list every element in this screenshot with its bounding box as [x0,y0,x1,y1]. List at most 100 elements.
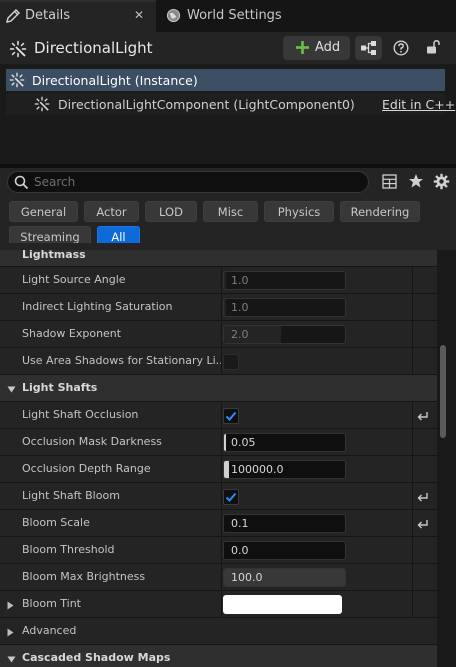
light-shaft-occlusion-checkbox[interactable] [223,408,239,424]
bloom-max-brightness-field[interactable]: 100.0 [223,568,346,587]
use-area-shadows-checkbox[interactable] [223,354,239,370]
prop-label: Bloom Max Brightness [22,570,146,583]
filter-lod[interactable]: LOD [145,201,197,222]
tab-details-label: Details [25,8,71,23]
field-value: 1.0 [231,301,249,314]
chevron-right-icon [7,628,14,637]
prop-bloom-threshold: Bloom Threshold 0.0 [0,537,437,564]
prop-occlusion-mask-darkness: Occlusion Mask Darkness 0.05 [0,429,437,456]
instance-label: DirectionalLight (Instance) [32,73,198,88]
filter-physics[interactable]: Physics [264,201,334,222]
hierarchy-icon [360,40,377,56]
prop-label: Light Shaft Occlusion [22,408,139,421]
column-divider [412,402,413,429]
prop-bloom-max-brightness: Bloom Max Brightness 100.0 [0,564,437,591]
column-divider [412,456,413,483]
indirect-saturation-field[interactable]: 1.0 [223,298,346,317]
filter-actor[interactable]: Actor [84,201,139,222]
prop-advanced[interactable]: Advanced [0,618,437,645]
checkmark-icon [225,411,237,421]
lock-icon[interactable] [425,39,441,55]
plus-icon [295,40,310,55]
prop-label: Occlusion Mask Darkness [22,435,162,448]
field-value: 0.05 [231,436,256,449]
reset-to-default-icon[interactable] [416,518,429,530]
category-cascaded-shadow-maps[interactable]: Cascaded Shadow Maps [0,645,437,667]
globe-icon [166,8,181,23]
column-divider [221,483,222,510]
shadow-exponent-field[interactable]: 2.0 [223,325,346,344]
filter-rendering[interactable]: Rendering [340,201,420,222]
tree-item-component[interactable]: DirectionalLightComponent (LightComponen… [6,93,455,115]
prop-label: Shadow Exponent [22,327,122,340]
column-divider [221,267,222,294]
directional-light-icon [9,40,27,58]
prop-indirect-lighting-saturation: Indirect Lighting Saturation 1.0 [0,294,437,321]
column-divider [412,321,413,348]
prop-label: Bloom Threshold [22,543,115,556]
field-value: 2.0 [231,328,249,341]
filter-panel-edge [0,243,456,250]
filter-misc[interactable]: Misc [203,201,258,222]
tab-world-settings[interactable]: World Settings [187,8,282,23]
gear-icon[interactable] [433,173,450,190]
chevron-right-icon[interactable] [7,601,14,610]
column-divider [412,591,413,618]
table-view-icon[interactable] [382,174,397,189]
help-icon[interactable] [393,40,409,56]
prop-bloom-scale: Bloom Scale 0.1 [0,510,437,537]
bloom-scale-field[interactable]: 0.1 [223,514,346,533]
reset-to-default-icon[interactable] [416,410,429,422]
pencil-icon [5,8,21,24]
add-button-label: Add [315,40,341,55]
close-tab-button[interactable]: ✕ [134,8,144,22]
scrollbar-track[interactable] [437,250,456,667]
tree-item-instance[interactable]: DirectionalLight (Instance) [6,69,445,91]
component-label: DirectionalLightComponent (LightComponen… [58,97,355,112]
column-divider [221,294,222,321]
light-shaft-bloom-checkbox[interactable] [223,489,239,505]
checkmark-icon [225,492,237,502]
chevron-down-icon [7,656,16,663]
filter-general[interactable]: General [9,201,78,222]
prop-light-shaft-bloom: Light Shaft Bloom [0,483,437,510]
reset-to-default-icon[interactable] [416,491,429,503]
column-divider [221,510,222,537]
prop-label: Light Source Angle [22,273,126,286]
search-input[interactable] [34,173,354,191]
column-divider [412,294,413,321]
field-value: 100.0 [231,571,263,584]
field-value: 100000.0 [231,463,284,476]
column-divider [412,564,413,591]
bloom-threshold-field[interactable]: 0.0 [223,541,346,560]
field-value: 1.0 [231,274,249,287]
prop-label: Use Area Shadows for Stationary Li... [22,354,227,367]
category-label: Cascaded Shadow Maps [22,651,171,664]
tab-details[interactable] [0,0,156,32]
occlusion-mask-darkness-field[interactable]: 0.05 [223,433,346,452]
prop-occlusion-depth-range: Occlusion Depth Range 100000.0 [0,456,437,483]
occlusion-depth-range-field[interactable]: 100000.0 [223,460,346,479]
add-component-button[interactable]: Add [283,36,350,60]
edit-in-cpp-link[interactable]: Edit in C++ [382,97,455,112]
prop-label: Light Shaft Bloom [22,489,120,502]
search-icon [14,175,29,190]
blueprint-button[interactable] [355,36,382,60]
prop-label: Advanced [22,624,77,637]
light-source-angle-field[interactable]: 1.0 [223,271,346,290]
column-divider [221,537,222,564]
star-icon[interactable] [408,173,424,189]
prop-bloom-tint: Bloom Tint [0,591,437,618]
column-divider [412,429,413,456]
actor-title: DirectionalLight [34,39,153,57]
column-divider [221,564,222,591]
slider-fill [224,434,227,451]
scrollbar-thumb[interactable] [440,345,446,438]
column-divider [412,537,413,564]
prop-label: Bloom Tint [22,597,81,610]
prop-label: Bloom Scale [22,516,90,529]
category-light-shafts[interactable]: Light Shafts [0,375,437,402]
search-field[interactable] [7,171,369,193]
bloom-tint-color-swatch[interactable] [223,595,342,614]
field-value: 0.0 [231,544,249,557]
